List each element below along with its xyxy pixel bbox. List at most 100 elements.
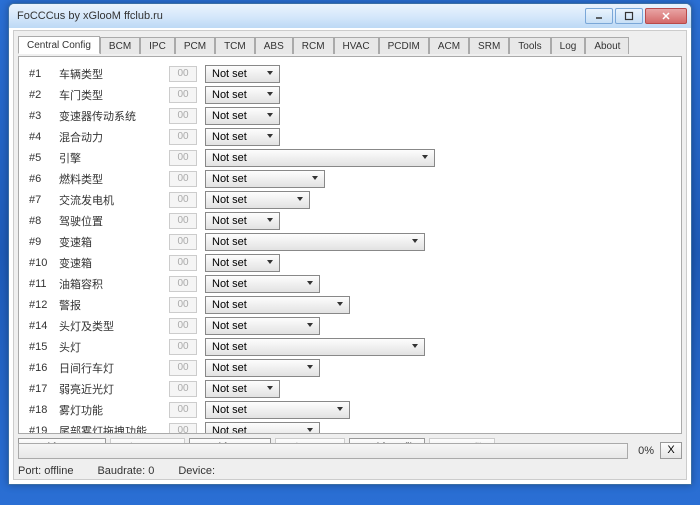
row-select[interactable]: Not set (205, 212, 280, 230)
row-value-input[interactable]: 00 (169, 255, 197, 271)
row-select[interactable]: Not set (205, 401, 350, 419)
tab-pcdim[interactable]: PCDIM (379, 37, 429, 54)
chevron-down-icon (263, 131, 276, 143)
row-value-input[interactable]: 00 (169, 150, 197, 166)
config-row: #17弱亮近光灯00Not set (23, 378, 677, 399)
chevron-down-icon (333, 404, 346, 416)
row-select-text: Not set (212, 383, 247, 395)
row-value-input[interactable]: 00 (169, 402, 197, 418)
row-id: #1 (23, 68, 59, 80)
config-row: #1车辆类型00Not set (23, 63, 677, 84)
tab-bcm[interactable]: BCM (100, 37, 140, 54)
row-select-text: Not set (212, 215, 247, 227)
row-value-input[interactable]: 00 (169, 318, 197, 334)
chevron-down-icon (408, 341, 421, 353)
row-select[interactable]: Not set (205, 254, 280, 272)
tab-pcm[interactable]: PCM (175, 37, 215, 54)
tab-abs[interactable]: ABS (255, 37, 293, 54)
config-row: #8驾驶位置00Not set (23, 210, 677, 231)
row-select[interactable]: Not set (205, 128, 280, 146)
row-value-input[interactable]: 00 (169, 108, 197, 124)
config-row: #16日间行车灯00 Not set (23, 357, 677, 378)
row-value-input[interactable]: 00 (169, 297, 197, 313)
row-select[interactable]: Not set (205, 296, 350, 314)
row-select[interactable]: Not set (205, 359, 320, 377)
row-value-input[interactable]: 00 (169, 66, 197, 82)
row-select[interactable]: Not set (205, 275, 320, 293)
chevron-down-icon (418, 152, 431, 164)
row-select-text: Not set (212, 278, 247, 290)
client-area: Central ConfigBCMIPCPCMTCMABSRCMHVACPCDI… (13, 30, 687, 480)
row-value-input[interactable]: 00 (169, 360, 197, 376)
tab-rcm[interactable]: RCM (293, 37, 334, 54)
config-row: #5引擎00Not set (23, 147, 677, 168)
config-row: #10变速箱00Not set (23, 252, 677, 273)
row-id: #15 (23, 341, 59, 353)
tab-log[interactable]: Log (551, 37, 586, 54)
row-value-input[interactable]: 00 (169, 171, 197, 187)
row-value-input[interactable]: 00 (169, 339, 197, 355)
status-bar: Port: offline Baudrate: 0 Device: (18, 465, 682, 477)
row-select[interactable]: Not set (205, 149, 435, 167)
maximize-button[interactable] (615, 8, 643, 24)
row-label: 燃料类型 (59, 171, 169, 187)
chevron-down-icon (263, 215, 276, 227)
row-id: #3 (23, 110, 59, 122)
row-label: 头灯及类型 (59, 318, 169, 334)
row-select[interactable]: Not set (205, 170, 325, 188)
row-value-input[interactable]: 00 (169, 129, 197, 145)
row-select[interactable]: Not set (205, 191, 310, 209)
chevron-down-icon (303, 425, 316, 434)
row-select-text: Not set (212, 362, 247, 374)
tab-ipc[interactable]: IPC (140, 37, 175, 54)
config-scroll[interactable]: #1车辆类型00Not set#2车门类型00Not set#3变速器传动系统0… (19, 57, 681, 433)
row-select[interactable]: Not set (205, 86, 280, 104)
row-value-input[interactable]: 00 (169, 192, 197, 208)
config-row: #6燃料类型00Not set (23, 168, 677, 189)
row-value-input[interactable]: 00 (169, 276, 197, 292)
chevron-down-icon (293, 194, 306, 206)
row-label: 日间行车灯 (59, 360, 169, 376)
tab-hvac[interactable]: HVAC (334, 37, 379, 54)
row-select-text: Not set (212, 257, 247, 269)
row-label: 尾部雾灯拖拽功能 (59, 423, 169, 434)
row-select-text: Not set (212, 68, 247, 80)
row-select[interactable]: Not set (205, 338, 425, 356)
row-select[interactable]: Not set (205, 65, 280, 83)
minimize-button[interactable] (585, 8, 613, 24)
config-row: #2车门类型00Not set (23, 84, 677, 105)
row-label: 变速箱 (59, 255, 169, 271)
tab-central-config[interactable]: Central Config (18, 36, 100, 54)
window-title: FoCCCus by xGlooM ffclub.ru (13, 10, 583, 22)
chevron-down-icon (263, 383, 276, 395)
tab-tools[interactable]: Tools (509, 37, 550, 54)
progress-cancel-button[interactable]: X (660, 442, 682, 459)
row-id: #2 (23, 89, 59, 101)
row-value-input[interactable]: 00 (169, 87, 197, 103)
row-id: #9 (23, 236, 59, 248)
row-label: 头灯 (59, 339, 169, 355)
row-value-input[interactable]: 00 (169, 234, 197, 250)
tab-tcm[interactable]: TCM (215, 37, 255, 54)
row-select[interactable]: Not set (205, 380, 280, 398)
row-select[interactable]: Not set (205, 107, 280, 125)
tab-about[interactable]: About (585, 37, 629, 54)
tab-acm[interactable]: ACM (429, 37, 469, 54)
config-row: #14头灯及类型00Not set (23, 315, 677, 336)
row-label: 驾驶位置 (59, 213, 169, 229)
row-select[interactable]: Not set (205, 233, 425, 251)
progress-row: 0% X (18, 442, 682, 459)
chevron-down-icon (303, 320, 316, 332)
chevron-down-icon (263, 68, 276, 80)
tab-srm[interactable]: SRM (469, 37, 509, 54)
row-select[interactable]: Not set (205, 317, 320, 335)
row-value-input[interactable]: 00 (169, 213, 197, 229)
tab-panel-central-config: #1车辆类型00Not set#2车门类型00Not set#3变速器传动系统0… (18, 56, 682, 434)
progress-bar (18, 443, 628, 459)
row-select-text: Not set (212, 89, 247, 101)
row-value-input[interactable]: 00 (169, 423, 197, 434)
row-select[interactable]: Not set (205, 422, 320, 434)
row-id: #16 (23, 362, 59, 374)
row-value-input[interactable]: 00 (169, 381, 197, 397)
close-button[interactable] (645, 8, 687, 24)
